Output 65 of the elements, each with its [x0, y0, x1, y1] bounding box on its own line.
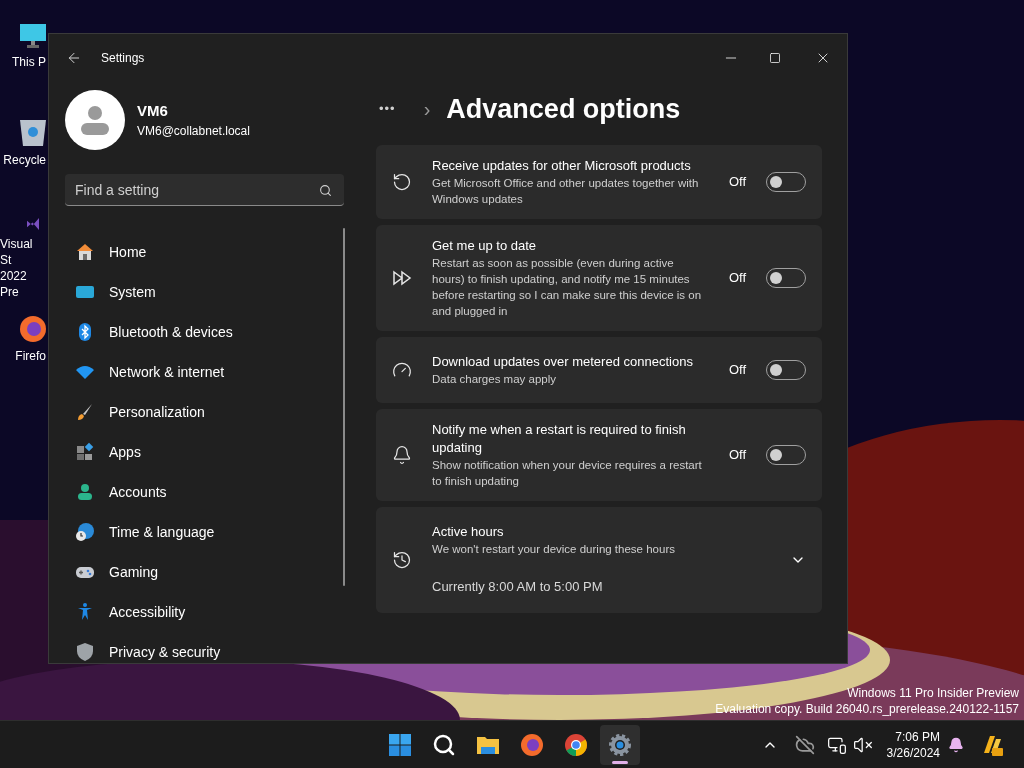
search-field[interactable]: Find a setting: [65, 174, 344, 206]
setting-value: Currently 8:00 AM to 5:00 PM: [432, 578, 604, 596]
watermark-text: Windows 11 Pro Insider Preview: [847, 685, 1019, 701]
nav-item[interactable]: Privacy & security: [65, 632, 335, 663]
setting-description: We won't restart your device during these hours: [432, 542, 676, 557]
setting-title: Get me up to date: [432, 237, 538, 255]
search-icon: [432, 732, 456, 757]
taskbar-button[interactable]: [600, 724, 640, 765]
refresh-icon: [392, 172, 412, 192]
firefox-icon: [20, 316, 46, 342]
fast-forward-icon: [392, 268, 412, 288]
breadcrumb-separator: ›: [423, 97, 431, 122]
desktop-icon-label[interactable]: Recycle: [3, 152, 46, 168]
clock[interactable]: 7:06 PM 3/26/2024: [886, 728, 940, 761]
person-icon: [75, 482, 95, 502]
setting-title: Receive updates for other Microsoft products: [432, 157, 692, 175]
windows-logo-icon: [388, 732, 412, 757]
toggle-state-label: Off: [728, 446, 746, 465]
setting-title: Download updates over metered connections: [432, 353, 694, 371]
shield-icon: [75, 642, 95, 662]
desktop-icon-label[interactable]: Visual St: [0, 236, 46, 268]
setting-description: Get Microsoft Office and other updates together with Windows updates: [432, 176, 700, 207]
nav-item[interactable]: Gaming: [65, 552, 335, 592]
firefox-icon: [520, 732, 544, 757]
nav-item[interactable]: Network & internet: [65, 352, 335, 392]
house-icon: [75, 242, 95, 262]
toggle-state-label: Off: [728, 361, 746, 380]
nav-item[interactable]: System: [65, 272, 335, 312]
desktop-icon-label[interactable]: This P: [12, 54, 46, 70]
toggle-state-label: Off: [728, 173, 746, 192]
avatar: [65, 90, 125, 150]
more-button[interactable]: •••: [379, 99, 396, 119]
window-title: Settings: [101, 50, 145, 67]
nav-item[interactable]: Accessibility: [65, 592, 335, 632]
scrollbar[interactable]: [343, 228, 345, 586]
account-name: VM6: [137, 100, 169, 121]
globe-clock-icon: [75, 522, 95, 542]
page-title: Advanced options: [446, 92, 681, 126]
cloud-off-icon[interactable]: [794, 734, 815, 755]
apps-icon: [75, 442, 95, 462]
setting-title: Notify me when a restart is required to finish updating: [432, 421, 687, 457]
recycle-bin-icon: [20, 120, 46, 146]
nav-item[interactable]: Home: [65, 232, 335, 272]
bell-icon[interactable]: [948, 736, 964, 753]
nav-item[interactable]: Bluetooth & devices: [65, 312, 335, 352]
setting-card[interactable]: Active hours We won't restart your device during these hours Currently 8:00 AM to 5:00 PM: [376, 507, 822, 613]
nav-item[interactable]: Time & language: [65, 512, 335, 552]
search-icon: [319, 184, 332, 197]
chrome-icon: [564, 732, 588, 757]
setting-description: Show notification when your device requires a restart to finish updating: [432, 458, 703, 489]
bell-icon: [392, 445, 412, 465]
gear-icon: [608, 732, 632, 757]
setting-title: Active hours: [432, 523, 505, 541]
maximize-icon[interactable]: [769, 52, 781, 64]
toggle-state-label: Off: [728, 269, 746, 288]
monitor-icon: [20, 22, 46, 48]
setting-description: Restart as soon as possible (even during active hours) to finish updating, and notify me 15 minutes before restarting so I can make sure this device is on and plugged in: [432, 256, 703, 319]
nav-item[interactable]: Personalization: [65, 392, 335, 432]
clock-icon: [392, 549, 412, 570]
nav-item[interactable]: Accounts: [65, 472, 335, 512]
account-email: VM6@collabnet.local: [137, 123, 250, 141]
nav-item[interactable]: Apps: [65, 432, 335, 472]
desktop-icon-label[interactable]: 2022 Pre: [0, 268, 46, 300]
desktop-icon-label[interactable]: Firefo: [15, 348, 46, 364]
setting-description: Data charges may apply: [432, 372, 557, 387]
